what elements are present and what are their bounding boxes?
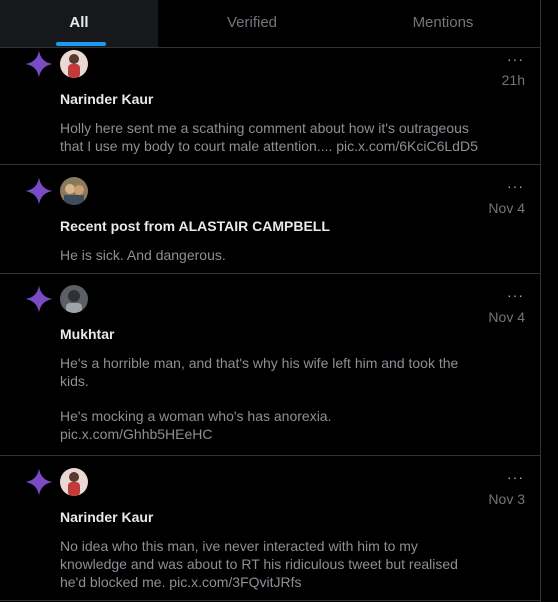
tab-all[interactable]: All bbox=[0, 0, 158, 47]
notifications-panel: All Verified Mentions ··· 21h Narinder K… bbox=[0, 0, 541, 602]
scrollbar-track[interactable] bbox=[542, 0, 558, 602]
sparkle-icon bbox=[25, 285, 53, 313]
author-name[interactable]: Narinder Kaur bbox=[60, 509, 153, 525]
tab-verified[interactable]: Verified bbox=[158, 0, 346, 47]
timestamp[interactable]: Nov 3 bbox=[488, 491, 525, 507]
avatar[interactable] bbox=[60, 177, 88, 205]
sparkle-icon bbox=[25, 468, 53, 496]
notification-body[interactable]: No idea who this man, ive never interact… bbox=[60, 537, 480, 591]
author-name[interactable]: Narinder Kaur bbox=[60, 91, 153, 107]
notification-item[interactable]: ··· Nov 4 Recent post from ALASTAIR CAMP… bbox=[0, 165, 540, 274]
tab-all-label: All bbox=[69, 14, 89, 31]
post-text: He's mocking a woman who's has anorexia.… bbox=[60, 408, 332, 442]
more-options-button[interactable]: ··· bbox=[507, 179, 524, 193]
tab-verified-label: Verified bbox=[226, 14, 278, 31]
avatar[interactable] bbox=[60, 468, 88, 496]
timestamp[interactable]: 21h bbox=[502, 72, 525, 88]
author-name[interactable]: ALASTAIR CAMPBELL bbox=[179, 218, 330, 234]
more-options-button[interactable]: ··· bbox=[507, 288, 524, 302]
title-prefix: Recent post from bbox=[60, 218, 179, 234]
tab-mentions[interactable]: Mentions bbox=[346, 0, 540, 47]
post-text: Holly here sent me a scathing comment ab… bbox=[60, 120, 478, 154]
notification-title[interactable]: Mukhtar bbox=[60, 326, 114, 342]
timestamp[interactable]: Nov 4 bbox=[488, 309, 525, 325]
author-name[interactable]: Mukhtar bbox=[60, 326, 114, 342]
notification-title[interactable]: Narinder Kaur bbox=[60, 91, 153, 107]
more-options-button[interactable]: ··· bbox=[507, 470, 524, 484]
notification-body[interactable]: He's a horrible man, and that's why his … bbox=[60, 354, 480, 443]
notification-list: ··· 21h Narinder Kaur Holly here sent me… bbox=[0, 48, 540, 601]
post-text: He is sick. And dangerous. bbox=[60, 247, 226, 263]
more-options-button[interactable]: ··· bbox=[507, 52, 524, 66]
notification-tabs: All Verified Mentions bbox=[0, 0, 540, 48]
avatar[interactable] bbox=[60, 285, 88, 313]
sparkle-icon bbox=[25, 177, 53, 205]
notification-item[interactable]: ··· 21h Narinder Kaur Holly here sent me… bbox=[0, 48, 540, 165]
notification-body[interactable]: Holly here sent me a scathing comment ab… bbox=[60, 119, 480, 155]
tab-mentions-label: Mentions bbox=[412, 14, 474, 31]
notification-title[interactable]: Recent post from ALASTAIR CAMPBELL bbox=[60, 218, 330, 234]
active-tab-indicator bbox=[56, 42, 106, 46]
sparkle-icon bbox=[25, 50, 53, 78]
notification-item[interactable]: ··· Nov 3 Narinder Kaur No idea who this… bbox=[0, 456, 540, 601]
notification-item[interactable]: ··· Nov 4 Mukhtar He's a horrible man, a… bbox=[0, 274, 540, 456]
post-text: No idea who this man, ive never interact… bbox=[60, 538, 458, 590]
post-text: He's a horrible man, and that's why his … bbox=[60, 355, 459, 389]
timestamp[interactable]: Nov 4 bbox=[488, 200, 525, 216]
avatar[interactable] bbox=[60, 50, 88, 78]
notification-body[interactable]: He is sick. And dangerous. bbox=[60, 246, 480, 264]
notification-title[interactable]: Narinder Kaur bbox=[60, 509, 153, 525]
